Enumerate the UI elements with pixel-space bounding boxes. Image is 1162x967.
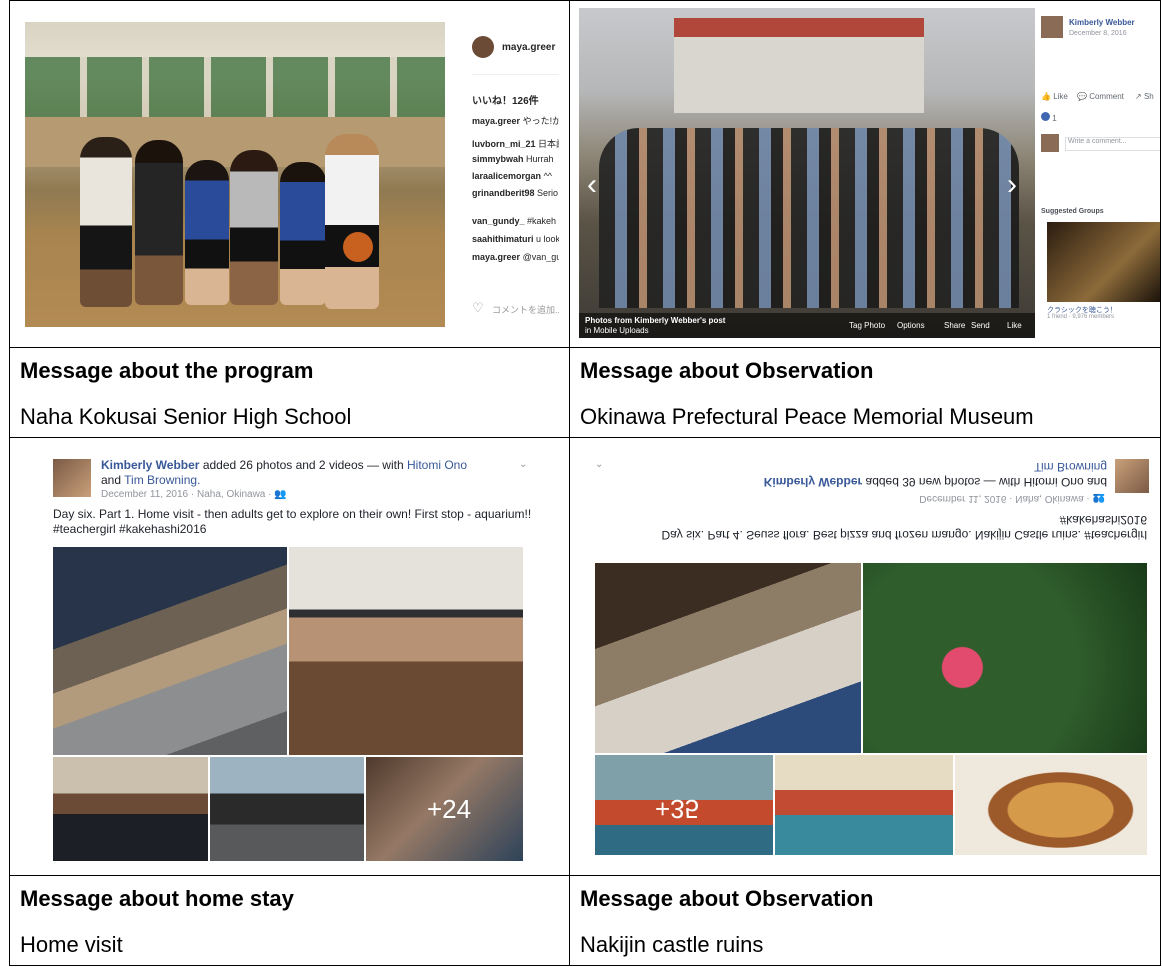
home-tag-1[interactable]: Hitomi Ono	[407, 458, 467, 472]
home-menu-chevron-icon[interactable]: ⌄	[519, 459, 527, 470]
person-2	[135, 140, 183, 305]
costume-photo-2	[775, 755, 953, 855]
caption-place-3: Home visit	[20, 932, 123, 957]
comment-2: luvborn_mi_21 日本語	[472, 139, 559, 149]
author-name[interactable]: Kimberly Webber	[1069, 18, 1135, 27]
home-tag-2[interactable]: Tim Browning.	[124, 473, 200, 487]
home-post-text: Day six. Part 1. Home visit - then adult…	[53, 507, 532, 536]
table-border-top	[9, 0, 1161, 1]
caption-heading-2: Message about Observation	[580, 358, 874, 383]
caption-heading-4: Message about Observation	[580, 886, 874, 911]
fb-sidebar: Kimberly Webber December 8, 2016 👍 Like …	[1039, 8, 1160, 338]
person-3	[185, 160, 229, 305]
comment-3: simmybwah Hurrah	[472, 154, 554, 164]
add-comment-input[interactable]: コメントを追加...	[492, 303, 559, 316]
share-button[interactable]: ↗ Sh	[1135, 92, 1154, 101]
comment-5: grinandberit98 Serio now😂	[472, 188, 559, 198]
kitten-shoe-photo	[53, 547, 287, 755]
photo-action-like[interactable]: Like	[1007, 321, 1022, 330]
comment-8: maya.greer @van_gu #kakehashi2016	[472, 252, 559, 262]
table-border-bottom	[9, 965, 1161, 966]
nakijin-menu-chevron-icon[interactable]: ⌄	[595, 459, 603, 470]
divider	[472, 74, 559, 75]
photo-action-options[interactable]: Options	[897, 321, 925, 330]
instagram-sidebar: maya.greer いいね！126件 maya.greer やった!かすごい！…	[458, 22, 559, 327]
group-people	[599, 128, 1019, 308]
nakijin-author-name[interactable]: Kimberly Webber	[764, 475, 862, 489]
suggested-groups-heading: Suggested Groups	[1041, 208, 1104, 215]
nakijin-post-date: December 11, 2016 · Naha, Okinawa · 👥	[919, 493, 1105, 504]
nakijin-post: Kimberly Webber added 39 new photos — wi…	[587, 455, 1155, 865]
nakijin-more-photos-count[interactable]: +35	[655, 793, 699, 824]
caption-heading-1: Message about the program	[20, 358, 314, 383]
caption-place-4: Nakijin castle ruins	[580, 932, 764, 957]
museum-building	[674, 18, 924, 113]
post-date: December 8, 2016	[1069, 30, 1127, 37]
caption-place-2: Okinawa Prefectural Peace Memorial Museu…	[580, 404, 1034, 429]
boy-cat-photo	[53, 757, 208, 861]
likes-count: いいね！126件	[472, 96, 539, 107]
home-visit-post: Kimberly Webber added 26 photos and 2 vi…	[49, 455, 539, 865]
instagram-screenshot: maya.greer いいね！126件 maya.greer やった!かすごい！…	[23, 22, 559, 330]
comment-6: van_gundy_ #kakeh	[472, 216, 557, 226]
write-comment-input[interactable]: Write a comment...	[1065, 137, 1160, 151]
next-arrow-icon[interactable]: ›	[1007, 168, 1017, 202]
caption-place-1: Naha Kokusai Senior High School	[20, 404, 352, 429]
photo-table: maya.greer いいね！126件 maya.greer やった!かすごい！…	[9, 0, 1161, 966]
car-photo	[210, 757, 364, 861]
caption-heading-3: Message about home stay	[20, 886, 294, 911]
home-author-name[interactable]: Kimberly Webber	[101, 458, 199, 472]
nakijin-added-text: added 39 new photos — with Hitomi Ono an…	[865, 475, 1107, 489]
family-table-photo	[289, 547, 523, 755]
avatar	[472, 36, 494, 58]
person-6	[325, 134, 379, 309]
writing-photo	[595, 563, 861, 753]
home-post-date: December 11, 2016 · Naha, Okinawa · 👥	[101, 489, 287, 500]
person-5	[280, 162, 326, 305]
gym-windows	[25, 57, 445, 117]
table-border-right	[1160, 0, 1161, 966]
photo-action-share[interactable]: Share	[944, 321, 965, 330]
like-button[interactable]: 👍 Like	[1041, 92, 1068, 101]
author-avatar	[1041, 16, 1063, 38]
home-author-avatar	[53, 459, 91, 497]
photo-action-send[interactable]: Send	[971, 321, 990, 330]
table-border-left	[9, 0, 10, 966]
nakijin-author-avatar	[1115, 459, 1149, 493]
commenter-avatar	[1041, 134, 1059, 152]
person-4	[230, 150, 278, 305]
group-meta: 1 friend · 9,976 members	[1047, 314, 1115, 320]
comment-button[interactable]: 💬 Comment	[1077, 92, 1124, 101]
photo-caption-1: Photos from Kimberly Webber's post	[585, 316, 726, 325]
nakijin-post-header: Kimberly Webber added 39 new photos — wi…	[617, 459, 1107, 489]
person-1	[80, 137, 132, 307]
comment-4: laraalicemorgan ^^	[472, 171, 553, 181]
museum-screenshot: ‹ › Photos from Kimberly Webber's post i…	[579, 8, 1160, 338]
museum-photo: ‹ › Photos from Kimberly Webber's post i…	[579, 8, 1035, 338]
home-added-text: added 26 photos and 2 videos — with	[202, 458, 404, 472]
prev-arrow-icon[interactable]: ‹	[587, 168, 597, 202]
pizza-photo	[955, 755, 1147, 855]
group-image	[1047, 222, 1160, 302]
photo-action-tag[interactable]: Tag Photo	[849, 321, 885, 330]
basketball	[343, 232, 373, 262]
row-divider-1	[9, 347, 1161, 348]
photo-caption-2: in Mobile Uploads	[585, 326, 649, 335]
nakijin-tag-2[interactable]: Tim Browning	[1034, 460, 1107, 474]
home-and: and	[101, 473, 122, 487]
comment-1: maya.greer やった!かすごい！ばんざい!!	[472, 116, 559, 126]
home-post-header: Kimberly Webber added 26 photos and 2 vi…	[101, 458, 521, 488]
row-divider-3	[9, 875, 1161, 876]
flower-photo	[863, 563, 1147, 753]
comment-7: saahithimaturi u look	[472, 234, 559, 244]
row-divider-2	[9, 437, 1161, 438]
nakijin-post-text: Day six. Part 4. Seuss flora. Best pizza…	[661, 513, 1147, 542]
ig-username[interactable]: maya.greer	[502, 42, 559, 53]
more-photos-count[interactable]: +24	[427, 794, 471, 825]
like-count: 1	[1041, 112, 1057, 123]
table-border-middle	[569, 0, 570, 966]
gym-photo	[25, 22, 445, 327]
